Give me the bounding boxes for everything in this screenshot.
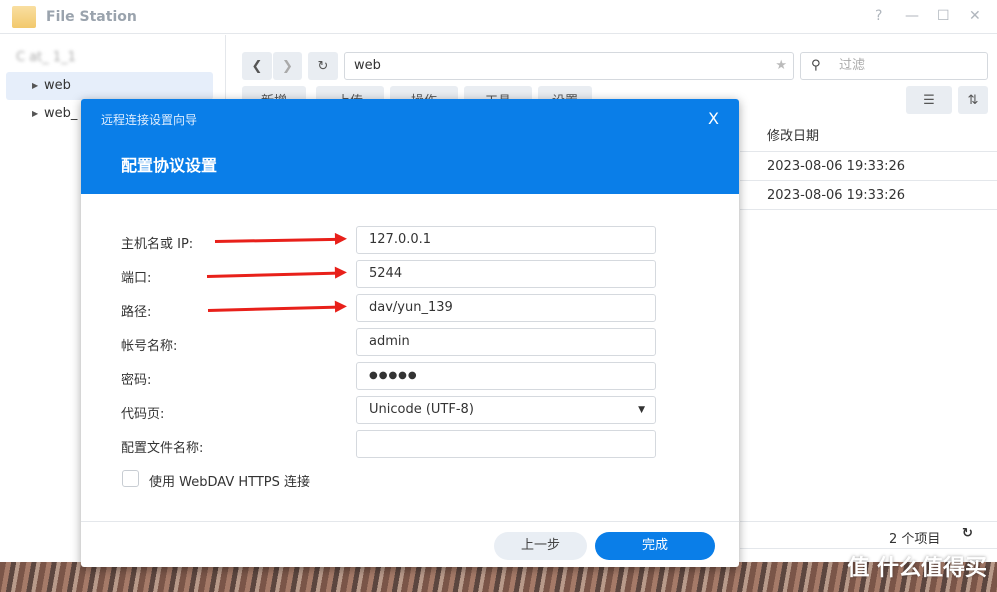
codepage-label: 代码页: — [121, 407, 165, 422]
username-label: 帐号名称: — [121, 339, 178, 354]
sidebar-item-web[interactable]: ▶ web — [6, 72, 213, 100]
folder-icon — [12, 5, 36, 28]
profile-name-field[interactable] — [356, 430, 656, 458]
app-title: File Station — [46, 8, 137, 25]
port-label: 端口: — [121, 271, 152, 286]
wizard-title: 远程连接设置向导 — [101, 113, 198, 127]
back-button[interactable]: ❮ — [242, 52, 272, 80]
filter-placeholder: 过滤 — [839, 58, 866, 73]
watermark: 值 什么值得买 — [847, 556, 987, 581]
expand-icon[interactable]: ▶ — [32, 72, 38, 100]
codepage-value: Unicode (UTF-8) — [369, 402, 474, 417]
sidebar-root[interactable]: C at_ 1_1 — [16, 50, 76, 65]
https-checkbox[interactable] — [122, 470, 139, 487]
expand-icon[interactable]: ▶ — [32, 100, 38, 128]
help-icon[interactable]: ? — [875, 8, 882, 24]
profile-name-label: 配置文件名称: — [121, 441, 204, 456]
chevron-down-icon: ▼ — [638, 405, 645, 415]
path-label: 路径: — [121, 305, 152, 320]
column-modified-date[interactable]: 修改日期 — [740, 122, 997, 152]
star-icon[interactable]: ★ — [775, 53, 787, 79]
path-value: web — [354, 58, 381, 73]
wizard-dialog: 远程连接设置向导 配置协议设置 X 主机名或 IP: 127.0.0.1 端口:… — [81, 99, 739, 567]
minimize-icon[interactable]: — — [905, 8, 919, 24]
status-bar: 2 个项目 ↻ — [740, 521, 997, 549]
annotation-arrow — [214, 237, 344, 243]
item-count: 2 个项目 — [889, 532, 941, 547]
username-field[interactable]: admin — [356, 328, 656, 356]
search-icon: ⚲ — [811, 58, 821, 73]
dialog-header: 远程连接设置向导 配置协议设置 X — [81, 99, 739, 194]
title-bar: File Station ? — ☐ ✕ — [0, 0, 997, 34]
finish-button[interactable]: 完成 — [595, 532, 715, 560]
host-label: 主机名或 IP: — [121, 237, 194, 252]
list-view-button[interactable]: ☰ — [906, 86, 952, 114]
filter-input[interactable]: ⚲ 过滤 — [800, 52, 988, 80]
sidebar-item-label: web — [44, 78, 71, 93]
table-row[interactable]: 2023-08-06 19:33:26 — [740, 152, 997, 181]
sort-button[interactable]: ⇅ — [958, 86, 988, 114]
maximize-icon[interactable]: ☐ — [937, 8, 950, 24]
path-field[interactable]: dav/yun_139 — [356, 294, 656, 322]
https-label: 使用 WebDAV HTTPS 连接 — [149, 475, 310, 490]
annotation-arrow — [206, 271, 343, 278]
dialog-footer: 上一步 完成 — [81, 521, 739, 567]
password-label: 密码: — [121, 373, 152, 388]
refresh-icon[interactable]: ↻ — [962, 526, 973, 541]
forward-button[interactable]: ❯ — [273, 52, 302, 80]
sidebar-item-label: web_ — [44, 106, 78, 121]
table-row[interactable]: 2023-08-06 19:33:26 — [740, 181, 997, 210]
close-icon[interactable]: ✕ — [969, 8, 981, 24]
port-field[interactable]: 5244 — [356, 260, 656, 288]
refresh-button[interactable]: ↻ — [308, 52, 338, 80]
back-step-button[interactable]: 上一步 — [494, 532, 587, 560]
codepage-select[interactable]: Unicode (UTF-8) ▼ — [356, 396, 656, 424]
password-field[interactable]: ●●●●● — [356, 362, 656, 390]
annotation-arrow — [207, 305, 343, 312]
host-field[interactable]: 127.0.0.1 — [356, 226, 656, 254]
step-title: 配置协议设置 — [121, 156, 218, 175]
path-input[interactable]: web ★ — [344, 52, 794, 80]
close-icon[interactable]: X — [708, 109, 719, 128]
